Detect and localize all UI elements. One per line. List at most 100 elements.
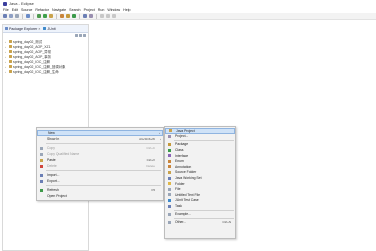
menu-navigate[interactable]: Navigate <box>52 8 66 12</box>
print-icon[interactable] <box>15 14 19 18</box>
menu-separator <box>46 170 161 171</box>
debug-icon[interactable] <box>37 14 41 18</box>
shortcut-label: Delete <box>146 164 155 168</box>
expand-arrow-icon[interactable]: › <box>5 40 8 44</box>
link-editor-icon[interactable] <box>79 34 82 37</box>
close-icon[interactable]: × <box>38 27 40 31</box>
new-item-label: Package <box>175 142 189 147</box>
menu-separator <box>46 185 161 186</box>
view-toolbar <box>75 34 86 37</box>
project-icon <box>168 134 171 138</box>
new-package-icon[interactable] <box>66 14 70 18</box>
tab-label: Package Explorer <box>9 26 38 31</box>
context-item-export[interactable]: Export... <box>37 178 163 184</box>
new-item-label: Task <box>175 204 182 209</box>
context-menu: New › Show In Alt+Shift+W › Copy Ctrl+C Copy Qu… <box>36 127 164 201</box>
annotation-icon <box>168 165 171 169</box>
menu-project[interactable]: Project <box>84 8 95 12</box>
menu-run[interactable]: Run <box>98 8 105 12</box>
new-submenu: Java Project Project... Package Class Interf… <box>164 126 236 239</box>
menu-file[interactable]: File <box>3 8 9 12</box>
file-icon <box>168 187 171 191</box>
tab-label: JUnit <box>47 26 56 31</box>
new-item-label: Enum <box>175 159 184 164</box>
enum-icon <box>168 159 171 163</box>
project-folder-icon <box>9 55 12 58</box>
new-icon[interactable] <box>3 14 7 18</box>
external-tools-icon[interactable] <box>49 14 53 18</box>
copy-icon <box>40 152 43 156</box>
expand-arrow-icon[interactable]: › <box>5 70 8 74</box>
menu-search[interactable]: Search <box>69 8 80 12</box>
new-item-label: Untitled Text File <box>175 192 200 197</box>
project-folder-icon <box>9 60 12 63</box>
import-icon <box>40 173 43 177</box>
context-item-label: Refresh <box>47 188 59 192</box>
project-label: spring_day02_AOP_XZ1 <box>13 44 51 49</box>
toolbar-separator <box>79 13 80 19</box>
new-item-label: Example... <box>175 212 192 217</box>
submenu-arrow-icon: › <box>160 137 161 141</box>
skip-breakpoints-icon[interactable] <box>26 14 30 18</box>
context-item-label: Paste <box>47 158 56 162</box>
new-java-project-icon[interactable] <box>60 14 64 18</box>
tab-package-explorer[interactable]: Package Explorer × <box>5 27 40 31</box>
expand-arrow-icon[interactable]: › <box>5 55 8 59</box>
menu-window[interactable]: Window <box>107 8 120 12</box>
new-item-other[interactable]: Other... Ctrl+N <box>165 220 235 226</box>
tree-item-project[interactable]: › spring_day02_IOC_注解_生命 <box>5 69 65 75</box>
shortcut-label: Ctrl+C <box>146 146 155 150</box>
back-icon[interactable] <box>106 14 110 18</box>
delete-icon <box>40 164 43 168</box>
example-icon <box>168 212 171 216</box>
context-item-label: Copy <box>47 146 55 150</box>
menu-refactor[interactable]: Refactor <box>35 8 49 12</box>
shortcut-label: Ctrl+N <box>222 220 231 225</box>
expand-arrow-icon[interactable]: › <box>5 65 8 69</box>
context-item-label: Export... <box>47 179 60 183</box>
main-toolbar <box>0 13 376 20</box>
package-icon <box>168 142 171 146</box>
collapse-all-icon[interactable] <box>75 34 78 37</box>
project-folder-icon <box>9 70 12 73</box>
search-icon[interactable] <box>89 14 93 18</box>
new-class-icon[interactable] <box>72 14 76 18</box>
project-label: spring_day02_IOC_注解_生命 <box>13 70 59 74</box>
context-item-delete[interactable]: Delete Delete <box>37 163 163 169</box>
expand-arrow-icon[interactable]: › <box>5 45 8 49</box>
menu-source[interactable]: Source <box>21 8 32 12</box>
toolbar-separator <box>56 13 57 19</box>
project-folder-icon <box>9 50 12 53</box>
context-item-label: New <box>48 131 55 135</box>
new-item-label: File <box>175 187 181 192</box>
expand-arrow-icon[interactable]: › <box>5 60 8 64</box>
export-icon <box>40 179 43 183</box>
menu-separator <box>46 143 161 144</box>
context-item-show-in[interactable]: Show In Alt+Shift+W › <box>37 136 163 142</box>
java-project-icon <box>169 129 172 133</box>
save-icon[interactable] <box>9 14 13 18</box>
new-item-project[interactable]: Project... <box>165 134 235 140</box>
new-item-label: JUnit Test Case <box>175 198 199 203</box>
folder-icon <box>168 182 171 186</box>
view-menu-icon[interactable] <box>83 34 86 37</box>
context-item-label: Import... <box>47 173 60 177</box>
new-item-task[interactable]: Task <box>165 203 235 209</box>
interface-icon <box>168 154 171 158</box>
run-icon[interactable] <box>43 14 47 18</box>
expand-arrow-icon[interactable]: › <box>5 50 8 54</box>
project-folder-icon <box>9 65 12 68</box>
menu-help[interactable]: Help <box>123 8 130 12</box>
annotation-nav-icon[interactable] <box>100 14 104 18</box>
new-item-label: Source Folder <box>175 170 197 175</box>
shortcut-label: Ctrl+V <box>146 158 155 162</box>
open-type-icon[interactable] <box>83 14 87 18</box>
new-item-example[interactable]: Example... <box>165 211 235 217</box>
new-item-label: Interface <box>175 153 189 158</box>
working-set-icon <box>168 176 171 180</box>
forward-icon[interactable] <box>112 14 116 18</box>
tab-junit[interactable]: JUnit <box>43 26 56 31</box>
toolbar-separator <box>33 13 34 19</box>
context-item-open-project[interactable]: Open Project <box>37 193 163 199</box>
menu-edit[interactable]: Edit <box>12 8 18 12</box>
